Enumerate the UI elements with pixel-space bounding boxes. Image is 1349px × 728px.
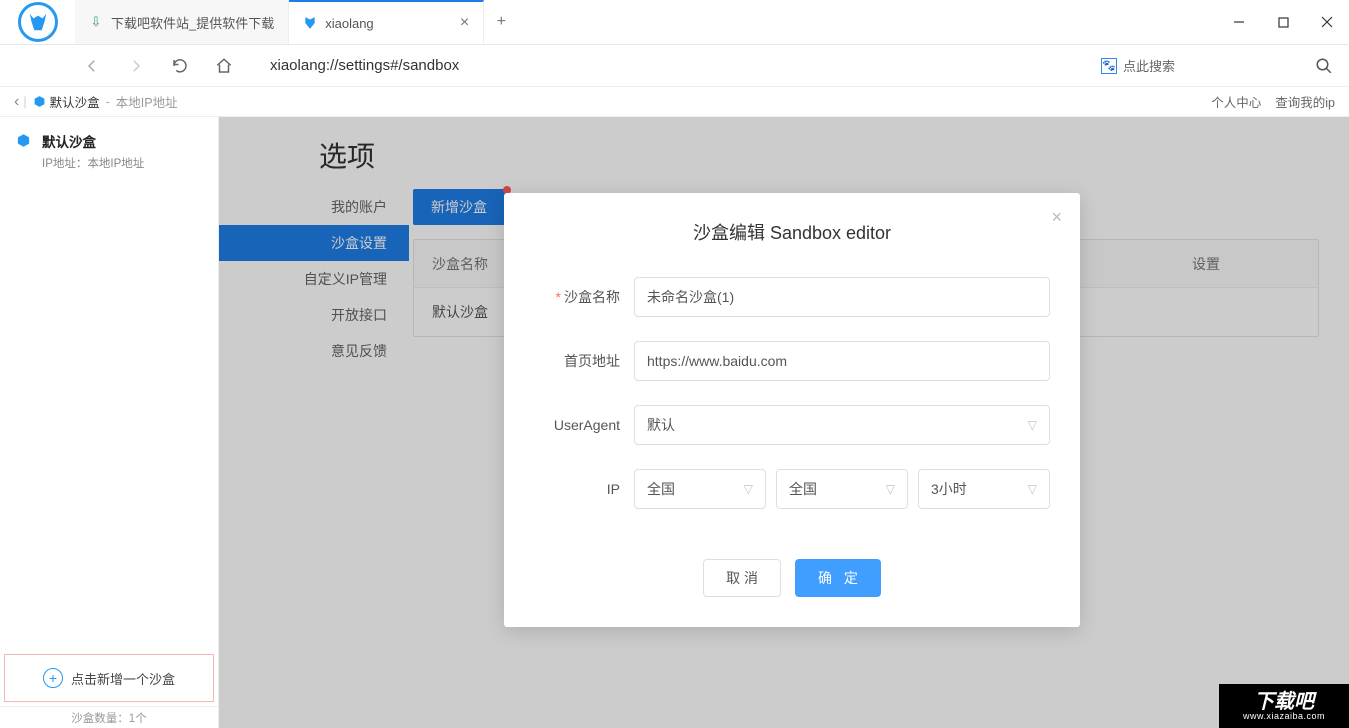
watermark-title: 下载吧: [1254, 692, 1314, 712]
sandbox-card-name: 默认沙盒: [42, 131, 144, 151]
browser-tab-1[interactable]: ⇩ 下载吧软件站_提供软件下载: [75, 0, 289, 44]
home-button[interactable]: [212, 54, 236, 78]
select-ip-duration[interactable]: 3小时 ▽: [918, 469, 1050, 509]
minimize-button[interactable]: [1217, 0, 1261, 44]
sandbox-card-ip: IP地址：本地IP地址: [42, 155, 144, 171]
app-tab-icon: [303, 16, 317, 30]
chevron-down-icon: ▽: [1028, 418, 1037, 432]
label-ip: IP: [534, 481, 634, 497]
reload-button[interactable]: [168, 54, 192, 78]
select-value: 3小时: [931, 479, 967, 499]
cube-icon: [33, 95, 46, 108]
title-bar: ⇩ 下载吧软件站_提供软件下载 xiaolang × +: [0, 0, 1349, 45]
search-placeholder: 点此搜索: [1123, 56, 1175, 75]
form-row-name: *沙盒名称: [534, 277, 1050, 317]
breadcrumb-bar: ‹ | 默认沙盒 - 本地IP地址 个人中心 查询我的ip: [0, 87, 1349, 117]
form-row-ip: IP 全国 ▽ 全国 ▽ 3小时 ▽: [534, 469, 1050, 509]
chevron-down-icon: ▽: [744, 482, 753, 496]
download-icon: ⇩: [89, 15, 103, 29]
back-button[interactable]: [80, 54, 104, 78]
breadcrumb-back-icon[interactable]: ‹: [14, 93, 19, 111]
dialog-close-icon[interactable]: ×: [1051, 207, 1062, 228]
wolf-icon: [18, 2, 58, 42]
browser-tab-2[interactable]: xiaolang ×: [289, 0, 484, 44]
tab-label: 下载吧软件站_提供软件下载: [111, 13, 274, 32]
select-ip-region1[interactable]: 全国 ▽: [634, 469, 766, 509]
input-homepage[interactable]: [634, 341, 1050, 381]
baidu-icon: 🐾: [1101, 58, 1117, 74]
select-value: 全国: [789, 479, 817, 499]
add-sandbox-button[interactable]: + 点击新增一个沙盒: [4, 654, 214, 702]
select-useragent-value: 默认: [647, 415, 675, 435]
close-window-button[interactable]: [1305, 0, 1349, 44]
chevron-down-icon: ▽: [886, 482, 895, 496]
window-controls: [1217, 0, 1349, 44]
address-bar[interactable]: xiaolang://settings#/sandbox: [256, 57, 1081, 74]
cancel-button[interactable]: 取 消: [703, 559, 781, 597]
select-ip-region2[interactable]: 全国 ▽: [776, 469, 908, 509]
breadcrumb-dash: -: [106, 95, 110, 109]
link-my-ip[interactable]: 查询我的ip: [1275, 92, 1335, 111]
input-sandbox-name[interactable]: [634, 277, 1050, 317]
search-icon[interactable]: [1315, 57, 1339, 75]
label-useragent: UserAgent: [534, 417, 634, 433]
cube-icon: [16, 133, 32, 171]
dialog-actions: 取 消 确 定: [534, 559, 1050, 597]
watermark: 下载吧 www.xiazaiba.com: [1219, 684, 1349, 728]
breadcrumb-name[interactable]: 默认沙盒: [50, 92, 100, 111]
confirm-button[interactable]: 确 定: [795, 559, 881, 597]
sandbox-count: 沙盒数量：1个: [0, 706, 218, 728]
watermark-url: www.xiazaiba.com: [1243, 712, 1325, 721]
sandbox-editor-dialog: × 沙盒编辑 Sandbox editor *沙盒名称 首页地址 UserAge…: [504, 193, 1080, 627]
dialog-title: 沙盒编辑 Sandbox editor: [534, 219, 1050, 245]
search-box[interactable]: 🐾 点此搜索: [1101, 56, 1175, 75]
sandbox-card[interactable]: 默认沙盒 IP地址：本地IP地址: [0, 117, 218, 185]
tab-label: xiaolang: [325, 16, 373, 31]
close-icon[interactable]: ×: [460, 14, 469, 32]
plus-circle-icon: +: [43, 668, 63, 688]
app-logo: [0, 0, 75, 44]
link-profile[interactable]: 个人中心: [1211, 92, 1261, 111]
add-sandbox-label: 点击新增一个沙盒: [71, 669, 175, 688]
label-homepage: 首页地址: [534, 351, 634, 371]
left-column: 默认沙盒 IP地址：本地IP地址 + 点击新增一个沙盒 沙盒数量：1个: [0, 117, 219, 728]
select-useragent[interactable]: 默认 ▽: [634, 405, 1050, 445]
forward-button[interactable]: [124, 54, 148, 78]
form-row-homepage: 首页地址: [534, 341, 1050, 381]
form-row-useragent: UserAgent 默认 ▽: [534, 405, 1050, 445]
new-tab-button[interactable]: +: [484, 0, 518, 44]
breadcrumb-sep: |: [23, 95, 26, 109]
nav-bar: xiaolang://settings#/sandbox 🐾 点此搜索: [0, 45, 1349, 87]
maximize-button[interactable]: [1261, 0, 1305, 44]
breadcrumb-ip: 本地IP地址: [116, 92, 178, 111]
select-value: 全国: [647, 479, 675, 499]
label-name: *沙盒名称: [534, 287, 634, 307]
browser-tabs: ⇩ 下载吧软件站_提供软件下载 xiaolang × +: [75, 0, 1217, 44]
chevron-down-icon: ▽: [1028, 482, 1037, 496]
